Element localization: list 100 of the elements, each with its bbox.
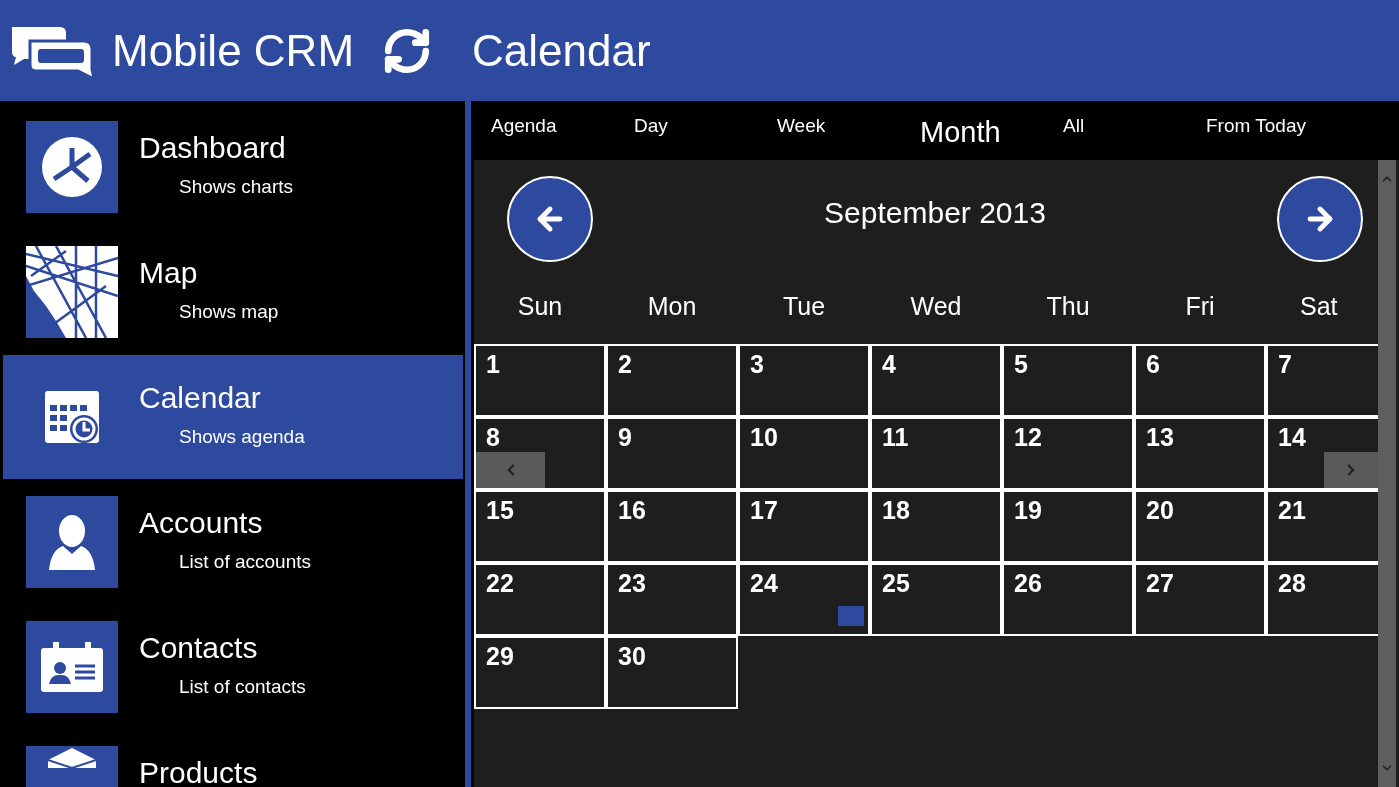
day-cell[interactable]: 1 xyxy=(474,343,606,417)
day-cell[interactable]: 23 xyxy=(606,562,738,636)
scroll-right-button[interactable] xyxy=(1324,451,1378,488)
day-cell[interactable]: 9 xyxy=(606,416,738,490)
nav-item-title: Accounts xyxy=(139,508,264,538)
day-number: 7 xyxy=(1278,349,1292,378)
weekday-label: Mon xyxy=(646,291,698,322)
street-map-icon xyxy=(26,246,118,338)
nav-item-title: Products xyxy=(139,758,258,787)
scroll-left-button[interactable] xyxy=(476,451,545,488)
box-icon xyxy=(46,746,98,768)
month-title: September 2013 xyxy=(824,194,1046,231)
nav-item[interactable]: Accounts List of accounts xyxy=(0,496,463,588)
day-cell[interactable]: 19 xyxy=(1002,489,1134,563)
nav-item[interactable]: Map Shows map xyxy=(0,246,463,338)
day-number: 29 xyxy=(486,641,514,670)
day-cell[interactable]: 6 xyxy=(1134,343,1266,417)
person-icon xyxy=(47,514,97,570)
weekday-label: Sat xyxy=(1299,291,1339,322)
nav-item-subtitle: Shows agenda xyxy=(179,427,305,446)
view-tab[interactable]: From Today xyxy=(1206,112,1349,141)
day-number: 17 xyxy=(750,495,778,524)
day-cell[interactable]: 7 xyxy=(1266,343,1378,417)
day-cell[interactable]: 30 xyxy=(606,635,738,709)
day-cell[interactable]: 20 xyxy=(1134,489,1266,563)
day-cell[interactable]: 12 xyxy=(1002,416,1134,490)
event-marker xyxy=(838,605,864,626)
nav-item-title: Calendar xyxy=(139,383,262,413)
nav-item-subtitle: List of accounts xyxy=(179,552,312,571)
weekday-label: Sun xyxy=(516,291,564,322)
day-number: 13 xyxy=(1146,422,1174,451)
day-cell[interactable]: 13 xyxy=(1134,416,1266,490)
nav-item-title: Contacts xyxy=(139,633,259,663)
day-number: 19 xyxy=(1014,495,1042,524)
day-cell[interactable]: 28 xyxy=(1266,562,1378,636)
day-cell[interactable]: 11 xyxy=(870,416,1002,490)
nav-item-subtitle: Shows charts xyxy=(179,177,294,196)
page-title: Calendar xyxy=(472,28,651,73)
day-number: 20 xyxy=(1146,495,1174,524)
view-tab[interactable]: Month xyxy=(920,111,1063,155)
day-number: 30 xyxy=(618,641,646,670)
weekday-label: Thu xyxy=(1045,291,1091,322)
day-number: 4 xyxy=(882,349,896,378)
view-tab[interactable]: All xyxy=(1063,112,1206,141)
day-cell[interactable]: 21 xyxy=(1266,489,1378,563)
contact-card-icon xyxy=(41,642,103,692)
day-number: 16 xyxy=(618,495,646,524)
day-number: 26 xyxy=(1014,568,1042,597)
day-cell[interactable]: 26 xyxy=(1002,562,1134,636)
view-tab[interactable]: Week xyxy=(777,112,920,141)
day-number: 24 xyxy=(750,568,778,597)
view-tab[interactable]: Agenda xyxy=(491,112,634,141)
pie-chart-icon xyxy=(41,136,103,198)
day-number: 12 xyxy=(1014,422,1042,451)
day-number: 3 xyxy=(750,349,764,378)
day-cell[interactable]: 5 xyxy=(1002,343,1134,417)
day-number: 5 xyxy=(1014,349,1028,378)
day-number: 23 xyxy=(618,568,646,597)
nav-item[interactable]: Calendar Shows agenda xyxy=(3,355,463,479)
day-number: 1 xyxy=(486,349,500,378)
nav-item-subtitle: List of contacts xyxy=(179,677,306,696)
day-cell[interactable]: 29 xyxy=(474,635,606,709)
day-number: 9 xyxy=(618,422,632,451)
day-cell[interactable]: 17 xyxy=(738,489,870,563)
nav-item-subtitle: Shows map xyxy=(179,302,279,321)
day-number: 10 xyxy=(750,422,778,451)
day-cell[interactable]: 25 xyxy=(870,562,1002,636)
view-tab[interactable]: Day xyxy=(634,112,777,141)
day-number: 28 xyxy=(1278,568,1306,597)
day-cell[interactable]: 2 xyxy=(606,343,738,417)
day-cell[interactable]: 14 xyxy=(1266,416,1378,490)
day-cell[interactable]: 8 xyxy=(474,416,606,490)
day-cell[interactable]: 4 xyxy=(870,343,1002,417)
day-number: 6 xyxy=(1146,349,1160,378)
day-number: 2 xyxy=(618,349,632,378)
day-cell[interactable]: 16 xyxy=(606,489,738,563)
day-number: 18 xyxy=(882,495,910,524)
nav-item[interactable]: Contacts List of contacts xyxy=(0,621,463,713)
day-number: 22 xyxy=(486,568,514,597)
app-title: Mobile CRM xyxy=(112,28,355,73)
day-cell[interactable]: 27 xyxy=(1134,562,1266,636)
day-cell[interactable]: 10 xyxy=(738,416,870,490)
day-number: 11 xyxy=(882,422,909,451)
day-cell[interactable]: 3 xyxy=(738,343,870,417)
day-cell[interactable]: 22 xyxy=(474,562,606,636)
day-number: 21 xyxy=(1278,495,1306,524)
nav-item[interactable]: Products xyxy=(0,746,463,787)
weekday-label: Fri xyxy=(1184,291,1216,322)
nav-item-title: Map xyxy=(139,258,199,288)
day-number: 8 xyxy=(486,422,500,451)
calendar-clock-icon xyxy=(44,389,100,445)
weekday-label: Tue xyxy=(781,291,827,322)
vertical-scrollbar[interactable] xyxy=(1378,160,1396,787)
day-cell[interactable]: 18 xyxy=(870,489,1002,563)
day-number: 27 xyxy=(1146,568,1174,597)
weekday-label: Wed xyxy=(909,291,963,322)
day-cell[interactable]: 15 xyxy=(474,489,606,563)
day-cell[interactable]: 24 xyxy=(738,562,870,636)
nav-item-title: Dashboard xyxy=(139,133,287,163)
nav-item[interactable]: Dashboard Shows charts xyxy=(0,121,463,213)
